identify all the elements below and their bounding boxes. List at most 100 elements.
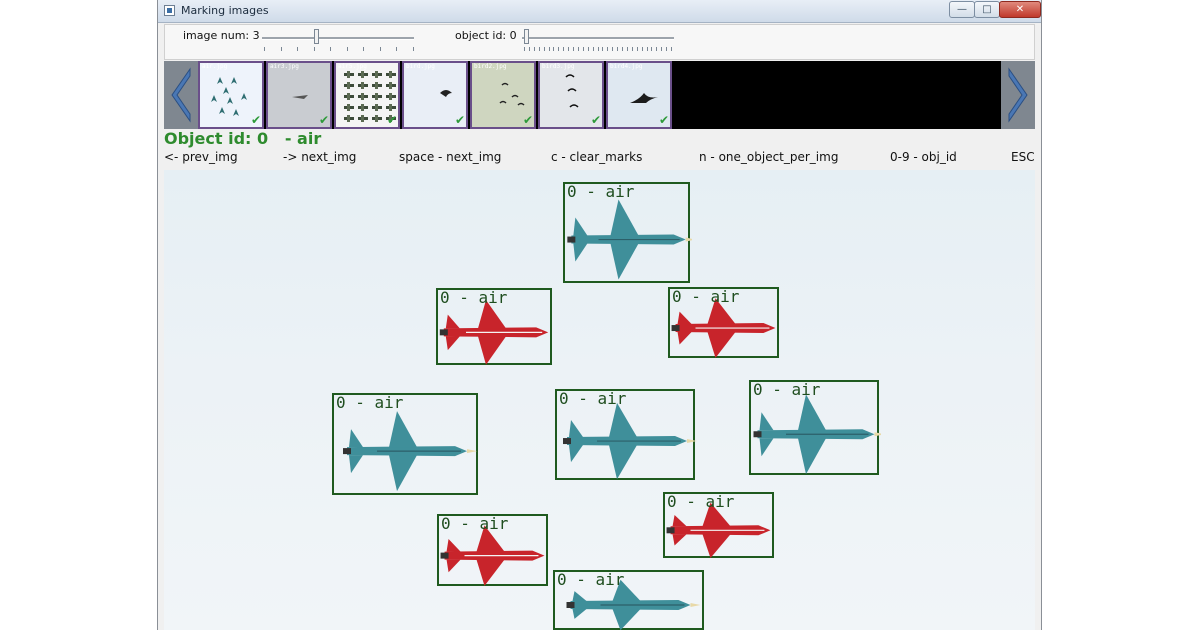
image-num-label: image num: 3 — [183, 29, 260, 42]
object-bounding-box[interactable]: 0 - air — [663, 492, 774, 559]
thumbnail-filename: air5.jpg — [338, 63, 367, 70]
bounding-box-label: 0 - air — [441, 514, 509, 533]
bounding-box-label: 0 - air — [336, 393, 404, 412]
right-arrow-icon — [1008, 67, 1028, 123]
object-bounding-box[interactable]: 0 - air — [563, 182, 692, 283]
slider-tick — [646, 47, 648, 51]
slider-tick — [661, 47, 663, 51]
slider-tick — [363, 47, 364, 51]
slider-tick — [612, 47, 614, 51]
slider-tick — [617, 47, 619, 51]
slider-tick — [528, 47, 530, 51]
slider-tick — [379, 47, 381, 51]
window-title: Marking images — [181, 4, 269, 17]
slider-tick — [577, 47, 579, 51]
thumbnail-filename: bird.jpg — [406, 63, 435, 70]
slider-tick — [313, 47, 315, 51]
slider-tick — [533, 47, 535, 51]
thumbnail-bird4[interactable]: bird4.jpg ✔ — [606, 61, 672, 129]
slider-tick — [297, 47, 298, 51]
object-bounding-box[interactable]: 0 - air — [436, 288, 552, 365]
image-num-slider-thumb[interactable] — [314, 29, 319, 44]
maximize-button[interactable]: □ — [974, 1, 1000, 18]
object-id-slider-thumb[interactable] — [524, 29, 529, 44]
current-object-status: Object id: 0 - air — [164, 129, 322, 148]
slider-tick — [563, 47, 565, 51]
help-obj-id: 0-9 - obj_id — [890, 150, 957, 164]
object-bounding-box[interactable]: 0 - air — [749, 380, 881, 475]
minimize-button[interactable]: — — [949, 1, 975, 18]
title-bar[interactable]: Marking images — [158, 0, 1041, 23]
help-clear: c - clear_marks — [551, 150, 643, 164]
app-window: Marking images — □ ✕ image num: 3 object… — [157, 0, 1042, 630]
slider-tick — [641, 47, 643, 51]
slider-tick — [636, 47, 638, 51]
thumbnail-air5[interactable]: air5.jpg ✔ — [334, 61, 400, 129]
slider-tick — [558, 47, 560, 51]
object-bounding-box[interactable]: 0 - air — [332, 393, 478, 495]
bounding-box-label: 0 - air — [440, 288, 508, 307]
thumbnail-bird[interactable]: bird.jpg ✔ — [402, 61, 468, 129]
help-next: -> next_img — [283, 150, 357, 164]
slider-tick — [543, 47, 545, 51]
image-canvas[interactable]: 0 - air 0 - air 0 - air 0 - air 0 - air … — [164, 170, 1035, 630]
slider-tick — [412, 47, 414, 51]
slider-tick — [607, 47, 609, 51]
slider-tick — [656, 47, 658, 51]
prev-image-arrow[interactable] — [164, 61, 198, 129]
thumbnail-bird2[interactable]: bird2.jpg ✔ — [470, 61, 536, 129]
slider-tick — [280, 47, 282, 51]
help-one-per-img: n - one_object_per_img — [699, 150, 839, 164]
close-button[interactable]: ✕ — [999, 1, 1041, 18]
slider-tick — [602, 47, 604, 51]
thumbnail-filename: bird3.jpg — [542, 63, 575, 70]
object-bounding-box[interactable]: 0 - air — [668, 287, 779, 358]
thumbnail-air[interactable]: air.jpg ✔ — [198, 61, 264, 129]
thumbnail-filename: air.jpg — [202, 63, 228, 70]
help-prev: <- prev_img — [164, 150, 238, 164]
slider-tick — [651, 47, 653, 51]
thumbnail-strip: air.jpg ✔ air3.jpg ✔ air5.jpg ✔ bird.jpg ✔ bird2… — [164, 61, 1035, 129]
object-bounding-box[interactable]: 0 - air — [555, 389, 697, 480]
bounding-box-label: 0 - air — [672, 287, 740, 306]
bounding-box-label: 0 - air — [559, 389, 627, 408]
slider-tick — [622, 47, 623, 51]
object-id-slider-track[interactable] — [522, 37, 674, 40]
slider-tick — [666, 47, 668, 51]
thumbnail-bird3[interactable]: bird3.jpg ✔ — [538, 61, 604, 129]
object-bounding-box[interactable]: 0 - air — [553, 570, 704, 630]
image-num-slider-track[interactable] — [262, 37, 414, 40]
slider-tick — [573, 47, 574, 51]
checkmark-icon: ✔ — [386, 113, 397, 127]
slider-tick — [631, 47, 633, 51]
checkmark-icon: ✔ — [522, 113, 533, 127]
slider-tick — [346, 47, 348, 51]
app-icon — [164, 5, 175, 16]
trackbar-panel: image num: 3 object id: 0 — [164, 24, 1035, 60]
checkmark-icon: ✔ — [658, 113, 669, 127]
slider-tick — [524, 47, 525, 51]
bounding-box-label: 0 - air — [753, 380, 821, 399]
slider-tick — [548, 47, 550, 51]
slider-tick — [582, 47, 584, 51]
object-id-label: object id: 0 — [455, 29, 517, 42]
object-bounding-box[interactable]: 0 - air — [437, 514, 548, 586]
slider-tick — [538, 47, 540, 51]
slider-tick — [671, 47, 672, 51]
next-image-arrow[interactable] — [1001, 61, 1035, 129]
slider-tick — [626, 47, 628, 51]
thumbnail-air3[interactable]: air3.jpg ✔ — [266, 61, 332, 129]
slider-tick — [587, 47, 589, 51]
slider-tick — [597, 47, 599, 51]
checkmark-icon: ✔ — [250, 113, 261, 127]
bounding-box-label: 0 - air — [557, 570, 625, 589]
bounding-box-label: 0 - air — [567, 182, 635, 201]
thumbnail-filename: bird4.jpg — [610, 63, 643, 70]
slider-tick — [592, 47, 594, 51]
checkmark-icon: ✔ — [318, 113, 329, 127]
slider-tick — [330, 47, 331, 51]
help-space: space - next_img — [399, 150, 502, 164]
slider-tick — [568, 47, 570, 51]
thumbnail-filename: air3.jpg — [270, 63, 299, 70]
slider-tick — [264, 47, 265, 51]
